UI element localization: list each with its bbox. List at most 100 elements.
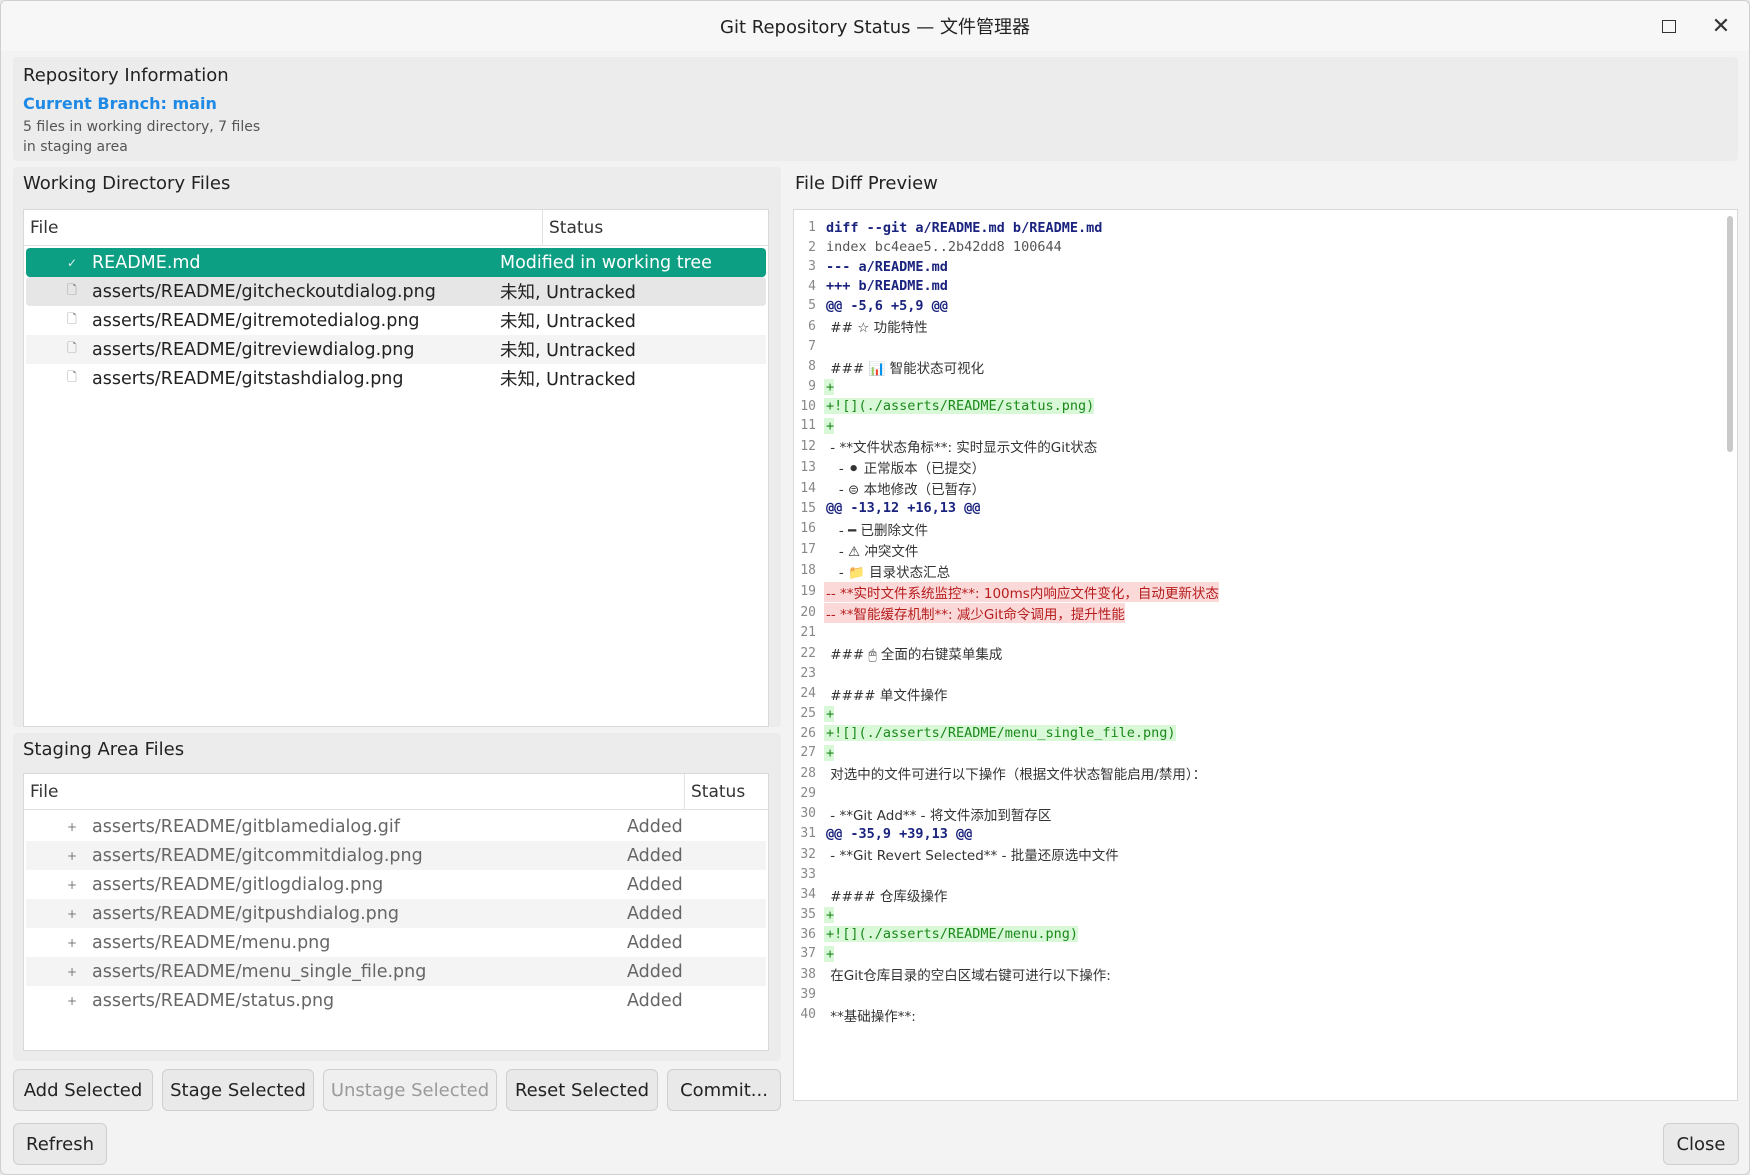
diff-line: 16 - ━ 已删除文件 xyxy=(794,518,1737,539)
working-directory-table[interactable]: File Status ✓ README.md Modified in workin… xyxy=(23,209,769,727)
reset-selected-button[interactable]: Reset Selected xyxy=(506,1069,658,1111)
diff-line: 21 xyxy=(794,623,1737,643)
file-status-icon: ✓ xyxy=(66,255,78,270)
diff-line: 37 + xyxy=(794,944,1737,964)
line-number: 31 xyxy=(800,826,816,842)
diff-line: 15 @@ -13,12 +16,13 @@ xyxy=(794,499,1737,519)
line-number: 19 xyxy=(800,584,816,599)
diff-line: 39 xyxy=(794,985,1737,1005)
diff-line-text: + xyxy=(824,945,835,962)
table-row[interactable]: ✓ README.md Modified in working tree xyxy=(26,248,766,277)
diff-line-text: +![](./asserts/README/status.png) xyxy=(824,398,1095,415)
table-row[interactable]: 🗋 asserts/README/gitremotedialog.png 未知, U… xyxy=(26,306,766,335)
current-branch-label: Current Branch: main xyxy=(23,94,217,113)
column-header-status[interactable]: Status xyxy=(543,210,603,245)
table-row[interactable]: + asserts/README/status.png Added xyxy=(26,986,766,1015)
status-cell: Added xyxy=(627,874,683,895)
diff-preview-title: File Diff Preview xyxy=(795,173,938,194)
diff-line-text: diff --git a/README.md b/README.md xyxy=(826,219,1103,236)
diff-line-text: 对选中的文件可进行以下操作（根据文件状态智能启用/禁用）： xyxy=(826,767,1207,783)
column-header-file[interactable]: File xyxy=(24,774,685,809)
repository-info-group: Repository Information Current Branch: m… xyxy=(13,57,1738,161)
table-row[interactable]: 🗋 asserts/README/gitreviewdialog.png 未知, U… xyxy=(26,335,766,364)
diff-line-text: +![](./asserts/README/menu.png) xyxy=(824,926,1078,943)
close-button[interactable]: Close xyxy=(1663,1123,1739,1165)
file-status-icon: 🗋 xyxy=(67,370,77,384)
table-row[interactable]: + asserts/README/menu_single_file.png Adde… xyxy=(26,957,766,986)
line-number: 3 xyxy=(808,259,816,275)
diff-line: 36 +![](./asserts/README/menu.png) xyxy=(794,925,1737,945)
diff-line: 5 @@ -5,6 +5,9 @@ xyxy=(794,296,1737,316)
line-number: 5 xyxy=(808,298,816,314)
file-name: asserts/README/gitreviewdialog.png xyxy=(92,339,415,360)
line-number: 34 xyxy=(800,887,816,902)
staging-area-group: Staging Area Files File Status + asserts/… xyxy=(13,733,781,1061)
status-cell: Added xyxy=(627,990,683,1011)
diff-lines: 1 diff --git a/README.md b/README.md 2 inde… xyxy=(794,210,1737,1025)
file-name: asserts/README/gitcommitdialog.png xyxy=(92,845,423,866)
line-number: 38 xyxy=(800,966,816,982)
file-count-summary: 5 files in working directory, 7 files in… xyxy=(23,119,261,155)
refresh-button[interactable]: Refresh xyxy=(13,1123,107,1165)
file-status-icon: 🗋 xyxy=(67,312,77,326)
table-row[interactable]: + asserts/README/gitlogdialog.png Added xyxy=(26,870,766,899)
status-cell: 未知, Untracked xyxy=(500,283,636,303)
table-row[interactable]: + asserts/README/gitpushdialog.png Added xyxy=(26,899,766,928)
stage-selected-button[interactable]: Stage Selected xyxy=(162,1069,314,1111)
close-window-button[interactable]: ✕ xyxy=(1703,11,1739,41)
table-row[interactable]: 🗋 asserts/README/gitstashdialog.png 未知, Un… xyxy=(26,364,766,393)
diff-preview-panel[interactable]: 1 diff --git a/README.md b/README.md 2 inde… xyxy=(793,209,1738,1101)
status-cell: Added xyxy=(627,845,683,866)
file-cell: + asserts/README/status.png xyxy=(26,991,619,1011)
added-icon: + xyxy=(66,964,78,979)
line-number: 13 xyxy=(800,459,816,475)
file-cell: + asserts/README/menu.png xyxy=(26,933,619,953)
line-number: 9 xyxy=(808,379,816,395)
diff-line: 13 - ⚫ 正常版本（已提交） xyxy=(794,457,1737,478)
diff-scrollbar[interactable] xyxy=(1727,216,1733,452)
working-table-header: File Status xyxy=(24,210,768,246)
staging-area-table[interactable]: File Status + asserts/README/gitblamedial… xyxy=(23,773,769,1051)
diff-line-text: **基础操作**: xyxy=(826,1008,916,1025)
table-row[interactable]: + asserts/README/menu.png Added xyxy=(26,928,766,957)
column-header-status[interactable]: Status xyxy=(685,774,745,809)
file-cell: + asserts/README/gitlogdialog.png xyxy=(26,875,619,895)
diff-line-text: ### 🖱 全面的右键菜单集成 xyxy=(826,647,1003,663)
diff-line-text: - ━ 已删除文件 xyxy=(826,522,928,539)
table-row[interactable]: 🗋 asserts/README/gitcheckoutdialog.png 未知,… xyxy=(26,277,766,306)
diff-line: 11 + xyxy=(794,416,1737,436)
diff-line: 23 xyxy=(794,664,1737,684)
table-row[interactable]: + asserts/README/gitcommitdialog.png Added xyxy=(26,841,766,870)
line-number: 22 xyxy=(800,645,816,661)
diff-line: 25 + xyxy=(794,704,1737,724)
diff-line: 4 +++ b/README.md xyxy=(794,277,1737,297)
line-number: 40 xyxy=(800,1007,816,1022)
add-selected-button[interactable]: Add Selected xyxy=(13,1069,153,1111)
maximize-button[interactable] xyxy=(1651,11,1687,41)
file-name: asserts/README/gitremotedialog.png xyxy=(92,310,420,331)
line-number: 35 xyxy=(800,907,816,923)
close-icon: ✕ xyxy=(1711,13,1731,39)
diff-line-text xyxy=(824,866,834,882)
line-number: 12 xyxy=(800,438,816,454)
line-number: 28 xyxy=(800,765,816,781)
added-icon: + xyxy=(66,935,78,950)
diff-line: 24 #### 单文件操作 xyxy=(794,683,1737,704)
commit-button[interactable]: Commit... xyxy=(667,1069,781,1111)
file-cell: 🗋 asserts/README/gitremotedialog.png xyxy=(26,310,492,331)
diff-line-text: - 📁 目录状态汇总 xyxy=(826,564,951,581)
unstage-selected-button[interactable]: Unstage Selected xyxy=(323,1069,497,1111)
diff-line: 12 - **文件状态角标**: 实时显示文件的Git状态 xyxy=(794,436,1737,457)
file-name: README.md xyxy=(92,252,201,273)
diff-line-text: #### 单文件操作 xyxy=(826,687,948,704)
diff-line: 18 - 📁 目录状态汇总 xyxy=(794,560,1737,581)
diff-line: 1 diff --git a/README.md b/README.md xyxy=(794,218,1737,238)
title-bar[interactable]: Git Repository Status — 文件管理器 ✕ xyxy=(1,1,1749,51)
git-status-window: Git Repository Status — 文件管理器 ✕ Reposito… xyxy=(0,0,1750,1175)
column-header-file[interactable]: File xyxy=(24,210,543,245)
diff-line-text xyxy=(824,986,834,1002)
line-number: 23 xyxy=(800,665,816,681)
table-row[interactable]: + asserts/README/gitblamedialog.gif Added xyxy=(26,812,766,841)
file-name: asserts/README/gitstashdialog.png xyxy=(92,368,404,389)
line-number: 4 xyxy=(808,278,816,294)
